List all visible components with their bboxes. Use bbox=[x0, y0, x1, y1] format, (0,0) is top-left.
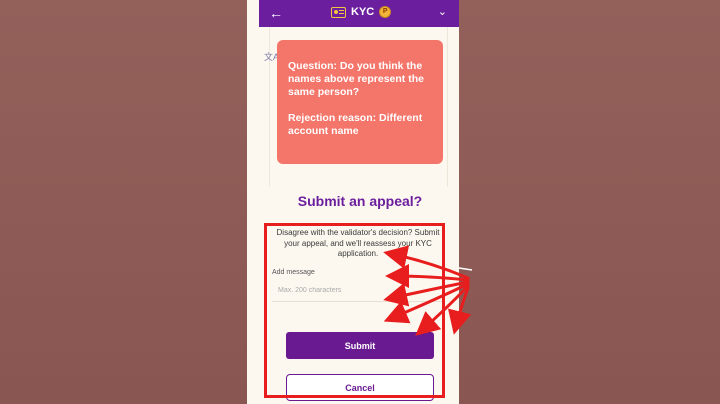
video-blur-right bbox=[459, 0, 720, 404]
id-card-icon bbox=[331, 6, 346, 18]
message-input[interactable] bbox=[272, 280, 444, 302]
back-arrow-icon[interactable]: ← bbox=[269, 4, 283, 22]
appeal-heading: Submit an appeal? bbox=[297, 193, 423, 209]
question-text: Question: Do you think the names above r… bbox=[288, 60, 424, 98]
message-label: Add message bbox=[272, 269, 315, 276]
coin-icon: P bbox=[379, 6, 392, 18]
panel-divider-right bbox=[447, 27, 448, 187]
submit-button[interactable]: Submit bbox=[286, 332, 434, 359]
app-header: ← KYC P ⌄ bbox=[259, 0, 459, 27]
header-title-group: KYC P bbox=[331, 6, 392, 18]
rejection-info-card: Question: Do you think the names above r… bbox=[277, 40, 443, 164]
video-blur-left bbox=[0, 0, 247, 404]
rejection-reason-text: Rejection reason: Different account name bbox=[288, 112, 423, 137]
appeal-description: Disagree with the validator's decision? … bbox=[276, 228, 440, 258]
chevron-down-icon[interactable]: ⌄ bbox=[438, 5, 447, 18]
cancel-button[interactable]: Cancel bbox=[286, 374, 434, 401]
page-title: KYC bbox=[351, 6, 375, 18]
phone-screen: ← KYC P ⌄ 文A Question: Do you think the … bbox=[247, 0, 459, 404]
